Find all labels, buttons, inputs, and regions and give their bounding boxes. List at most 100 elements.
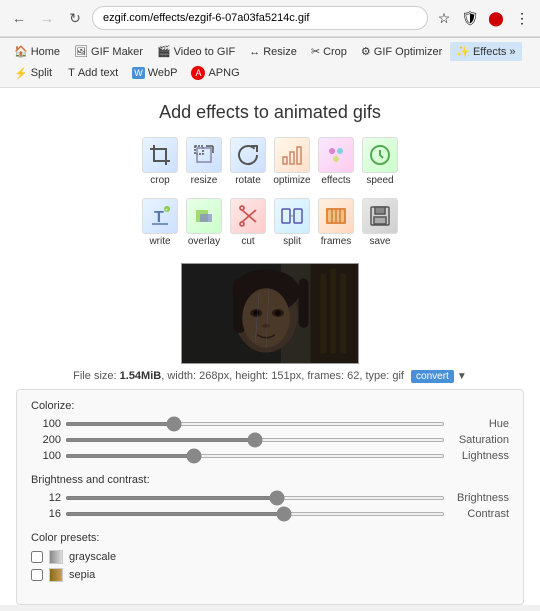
save-tool-icon xyxy=(362,198,398,234)
back-button[interactable]: ← xyxy=(8,7,30,29)
nav-add-text[interactable]: T Add text xyxy=(62,64,124,82)
effects-nav-icon: ✨ xyxy=(456,45,470,58)
overlay-label: overlay xyxy=(188,236,220,247)
address-bar[interactable] xyxy=(92,6,428,30)
convert-arrow: ▼ xyxy=(457,371,467,382)
tool-cut[interactable]: cut xyxy=(228,194,268,251)
nav-bar: 🏠 Home 🖼 GIF Maker 🎬 Video to GIF ↔ Resi… xyxy=(0,38,540,88)
sepia-label: sepia xyxy=(69,569,95,581)
effects-tool-icon xyxy=(318,137,354,173)
convert-button[interactable]: convert xyxy=(411,370,454,383)
gif-maker-icon: 🖼 xyxy=(74,45,88,58)
sepia-checkbox[interactable] xyxy=(31,569,43,581)
home-icon: 🏠 xyxy=(14,45,28,58)
nav-gif-maker[interactable]: 🖼 GIF Maker xyxy=(68,42,149,61)
lightness-row: 100 Lightness xyxy=(31,450,509,462)
speed-tool-icon xyxy=(362,137,398,173)
hue-row: 100 Hue xyxy=(31,418,509,430)
nav-addtext-label: Add text xyxy=(78,67,118,79)
menu-icon[interactable]: ⋮ xyxy=(512,8,532,28)
nav-video-to-gif[interactable]: 🎬 Video to GIF xyxy=(151,42,241,61)
nav-home-label: Home xyxy=(31,46,60,58)
save-label: save xyxy=(369,236,390,247)
tool-frames[interactable]: frames xyxy=(316,194,356,251)
nav-effects[interactable]: ✨ Effects » xyxy=(450,42,521,61)
effects-panel: Colorize: 100 Hue 200 Saturation 100 Lig… xyxy=(16,389,524,605)
split-label: split xyxy=(283,236,301,247)
browser-icons: ☆ 🛡 ⬤ ⋮ xyxy=(434,8,532,28)
speed-label: speed xyxy=(366,175,393,186)
nav-apng[interactable]: A APNG xyxy=(185,63,245,83)
nav-gif-maker-label: GIF Maker xyxy=(91,46,143,58)
resize-nav-icon: ↔ xyxy=(249,46,260,58)
cut-tool-icon xyxy=(230,198,266,234)
tools-row-2: T + write overlay xyxy=(140,194,400,251)
grayscale-label: grayscale xyxy=(69,551,116,563)
brightness-section-label: Brightness and contrast: xyxy=(31,474,509,486)
crop-tool-icon xyxy=(142,137,178,173)
tool-effects[interactable]: effects xyxy=(316,133,356,190)
resize-label: resize xyxy=(191,175,218,186)
grayscale-icon xyxy=(49,550,63,564)
tool-rotate[interactable]: rotate xyxy=(228,133,268,190)
nav-crop-label: Crop xyxy=(323,46,347,58)
file-info: File size: 1.54MiB, width: 268px, height… xyxy=(0,370,540,383)
tool-split[interactable]: split xyxy=(272,194,312,251)
lightness-slider[interactable] xyxy=(65,454,445,458)
shield-icon: 🛡 xyxy=(460,8,480,28)
lightness-label: Lightness xyxy=(449,450,509,462)
contrast-slider[interactable] xyxy=(65,512,445,516)
brightness-slider[interactable] xyxy=(65,496,445,500)
hue-slider[interactable] xyxy=(65,422,445,426)
tool-overlay[interactable]: overlay xyxy=(184,194,224,251)
hue-value: 100 xyxy=(31,418,61,430)
video-icon: 🎬 xyxy=(157,45,171,58)
star-icon[interactable]: ☆ xyxy=(434,8,454,28)
nav-webp[interactable]: W WebP xyxy=(126,64,183,82)
brightness-value: 12 xyxy=(31,492,61,504)
saturation-label: Saturation xyxy=(449,434,509,446)
apng-icon: A xyxy=(191,66,205,80)
rotate-label: rotate xyxy=(235,175,261,186)
write-tool-icon: T + xyxy=(142,198,178,234)
crop-nav-icon: ✂ xyxy=(311,45,320,58)
optimize-tool-icon xyxy=(274,137,310,173)
tool-resize[interactable]: resize xyxy=(184,133,224,190)
nav-crop[interactable]: ✂ Crop xyxy=(305,42,353,61)
file-size-value: 1.54MiB xyxy=(120,370,162,382)
nav-split-label: Split xyxy=(31,67,52,79)
color-presets-label: Color presets: xyxy=(31,532,509,544)
sepia-icon xyxy=(49,568,63,582)
nav-home[interactable]: 🏠 Home xyxy=(8,42,66,61)
saturation-value: 200 xyxy=(31,434,61,446)
hue-label: Hue xyxy=(449,418,509,430)
frames-label: frames xyxy=(321,236,352,247)
grayscale-checkbox[interactable] xyxy=(31,551,43,563)
optimizer-icon: ⚙ xyxy=(361,45,371,58)
tools-grid: crop resize xyxy=(145,133,395,255)
lightness-value: 100 xyxy=(31,450,61,462)
brightness-label: Brightness xyxy=(449,492,509,504)
tools-row-1: crop resize xyxy=(140,133,400,190)
nav-resize[interactable]: ↔ Resize xyxy=(243,43,303,61)
contrast-value: 16 xyxy=(31,508,61,520)
gif-image-container xyxy=(181,263,359,364)
tool-write[interactable]: T + write xyxy=(140,194,180,251)
effects-label: effects xyxy=(321,175,350,186)
brightness-row: 12 Brightness xyxy=(31,492,509,504)
tool-crop[interactable]: crop xyxy=(140,133,180,190)
forward-button[interactable]: → xyxy=(36,7,58,29)
tool-save[interactable]: save xyxy=(360,194,400,251)
nav-optimizer[interactable]: ⚙ GIF Optimizer xyxy=(355,42,448,61)
tool-optimize[interactable]: optimize xyxy=(272,133,312,190)
nav-split[interactable]: ⚡ Split xyxy=(8,64,58,83)
tool-speed[interactable]: speed xyxy=(360,133,400,190)
saturation-slider[interactable] xyxy=(65,438,445,442)
nav-resize-label: Resize xyxy=(263,46,297,58)
contrast-label: Contrast xyxy=(449,508,509,520)
resize-tool-icon xyxy=(186,137,222,173)
rotate-tool-icon xyxy=(230,137,266,173)
browser-chrome: ← → ↻ ☆ 🛡 ⬤ ⋮ xyxy=(0,0,540,38)
webp-icon: W xyxy=(132,67,145,79)
reload-button[interactable]: ↻ xyxy=(64,7,86,29)
